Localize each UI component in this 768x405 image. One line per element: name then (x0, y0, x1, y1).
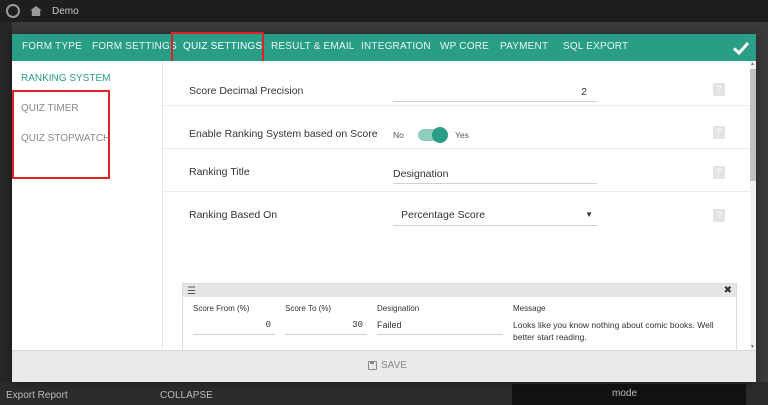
column-header-message: Message (513, 304, 546, 313)
tab-highlight-box (171, 32, 264, 64)
save-icon (368, 361, 377, 370)
toggle-on-label: Yes (455, 130, 469, 140)
quiz-settings-modal: FORM TYPE FORM SETTINGS QUIZ SETTINGS RE… (12, 32, 756, 382)
ranking-title-input[interactable] (393, 164, 597, 184)
decimal-precision-input[interactable] (393, 82, 597, 102)
ranking-based-value: Percentage Score (401, 209, 486, 221)
ranking-based-label: Ranking Based On (189, 209, 278, 221)
check-icon (733, 41, 749, 55)
close-icon[interactable]: ✖ (724, 285, 732, 296)
help-icon[interactable]: ? (713, 83, 725, 96)
chevron-down-icon: ▼ (585, 210, 593, 219)
tab-form-settings[interactable]: FORM SETTINGS (92, 41, 177, 52)
column-header-designation: Designation (377, 304, 420, 313)
setting-row-ranking-based: Ranking Based On Percentage Score ▼ ? (163, 192, 750, 233)
setting-row-ranking-title: Ranking Title ? (163, 149, 750, 192)
ranking-title-label: Ranking Title (189, 166, 250, 178)
scroll-up-icon[interactable]: ▲ (750, 61, 755, 67)
tab-payment[interactable]: PAYMENT (500, 41, 548, 52)
score-to-input[interactable]: 30 (285, 317, 367, 335)
tab-wp-core[interactable]: WP CORE (440, 41, 489, 52)
modal-footer: SAVE (12, 350, 756, 382)
score-from-input[interactable]: 0 (193, 317, 275, 335)
settings-sidenav: RANKING SYSTEM QUIZ TIMER QUIZ STOPWATCH (12, 61, 162, 350)
ranking-table: ☰ ✖ Score From (%) Score To (%) Designat… (182, 283, 737, 350)
column-header-score-to: Score To (%) (285, 304, 332, 313)
ranking-table-header: ☰ ✖ (183, 284, 736, 297)
message-textarea[interactable]: Looks like you know nothing about comic … (513, 317, 726, 350)
drag-handle-icon[interactable]: ☰ (187, 286, 196, 297)
sidenav-item-ranking-system[interactable]: RANKING SYSTEM (21, 73, 110, 84)
tab-result-email[interactable]: RESULT & EMAIL (271, 41, 355, 52)
collapse-link[interactable]: COLLAPSE (160, 390, 213, 401)
content-scrollbar[interactable]: ▲ ▼ (750, 61, 756, 350)
tab-form-type[interactable]: FORM TYPE (22, 41, 82, 52)
background-page: Export Report COLLAPSE mode (0, 382, 768, 405)
setting-row-decimal: Score Decimal Precision ? (163, 61, 750, 106)
admin-bar: Demo (0, 0, 768, 22)
ranking-toggle[interactable] (418, 127, 448, 143)
column-header-score-from: Score From (%) (193, 304, 250, 313)
ranking-enable-label: Enable Ranking System based on Score (189, 128, 378, 140)
help-icon[interactable]: ? (713, 209, 725, 222)
save-button[interactable]: SAVE (368, 360, 407, 371)
designation-input[interactable]: Failed (377, 317, 503, 335)
decimal-precision-label: Score Decimal Precision (189, 85, 304, 97)
wordpress-logo-icon[interactable] (6, 4, 20, 18)
sidenav-highlight-box (12, 90, 110, 179)
toggle-off-label: No (393, 130, 404, 140)
setting-row-ranking-enable: Enable Ranking System based on Score No … (163, 106, 750, 149)
tab-sql-export[interactable]: SQL EXPORT (563, 41, 628, 52)
confirm-button[interactable] (726, 34, 756, 61)
site-name[interactable]: Demo (52, 6, 79, 17)
save-label: SAVE (381, 360, 407, 371)
scrollbar-thumb[interactable] (750, 69, 756, 181)
export-report-link[interactable]: Export Report (6, 390, 68, 401)
help-icon[interactable]: ? (713, 126, 725, 139)
tab-bar: FORM TYPE FORM SETTINGS QUIZ SETTINGS RE… (12, 32, 756, 64)
tab-integration[interactable]: INTEGRATION (361, 41, 431, 52)
mode-label: mode (512, 384, 746, 405)
toggle-knob (432, 127, 448, 143)
admin-sidebar (0, 22, 12, 405)
help-icon[interactable]: ? (713, 166, 725, 179)
home-icon[interactable] (30, 6, 42, 16)
ranking-based-select[interactable]: Percentage Score ▼ (393, 204, 597, 226)
settings-content: Score Decimal Precision ? Enable Ranking… (162, 61, 750, 350)
